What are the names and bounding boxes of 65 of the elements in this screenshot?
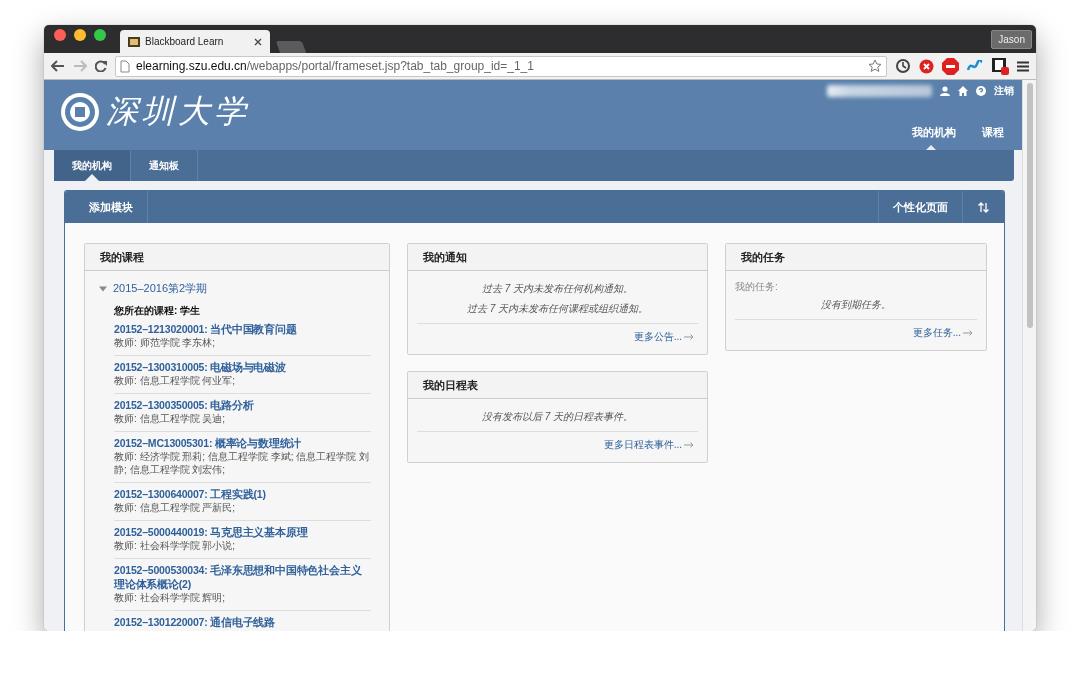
extension-icon[interactable] xyxy=(991,57,1009,75)
role-label: 您所在的课程: 学生 xyxy=(114,304,202,318)
site-icon xyxy=(128,36,140,47)
more-link[interactable]: 更多公告... xyxy=(633,330,682,344)
stop-sign-icon[interactable] xyxy=(942,57,959,75)
arrow-icon[interactable] xyxy=(684,334,694,340)
tasks-label: 我的任务: xyxy=(735,280,779,294)
sort-icon xyxy=(978,201,989,213)
new-tab-button[interactable] xyxy=(275,41,307,53)
collapse-triangle-icon[interactable] xyxy=(99,284,107,293)
instructor-text: 教师: 师范学院 李东林; xyxy=(114,336,217,349)
instructor-text: 教师: 社会科学学院 郭小说; xyxy=(114,539,237,552)
instructor-text: 教师: 社会科学学院 辉明; xyxy=(114,591,227,604)
course-link[interactable]: 20152–5000530034: 毛泽东思想和中国特色社会主义理论体系概论(2) xyxy=(114,563,371,591)
window-control-icon[interactable] xyxy=(94,28,106,41)
more-link[interactable]: 更多任务... xyxy=(912,326,961,340)
main-tab[interactable]: 课程 xyxy=(966,119,1014,150)
logout-link[interactable]: 注销 xyxy=(994,84,1014,98)
course-link[interactable]: 20152–1300350005: 电路分析 xyxy=(114,398,371,412)
home-icon[interactable] xyxy=(958,86,968,96)
university-name: 深圳大学 xyxy=(106,92,250,131)
nav-tab[interactable]: 我的机构 xyxy=(54,150,131,181)
window-control-icon[interactable] xyxy=(74,28,86,41)
reload-icon[interactable] xyxy=(95,60,107,72)
scrollbar-thumb[interactable] xyxy=(1026,83,1033,328)
arrow-icon[interactable] xyxy=(684,442,694,448)
address-bar[interactable]: elearning.szu.edu.cn/webapps/portal/frameset.jsp?tab_tab_group_id=_1_1 xyxy=(115,55,887,77)
course-link[interactable]: 20152–1300640007: 工程实践(1) xyxy=(114,487,371,501)
user-icon[interactable] xyxy=(940,86,950,96)
course-link[interactable]: 20152–MC13005301: 概率论与数理统计 xyxy=(114,436,371,450)
star-icon[interactable] xyxy=(868,59,882,73)
course-link[interactable]: 20152–5000440019: 马克思主义基本原理 xyxy=(114,525,371,539)
seal-icon xyxy=(60,92,100,132)
wave-icon[interactable] xyxy=(967,60,983,72)
profile-button[interactable]: Jason xyxy=(991,29,1032,49)
arrow-icon[interactable] xyxy=(963,330,973,336)
module-title: 我的课程 xyxy=(85,244,389,271)
menu-icon[interactable] xyxy=(1017,60,1029,72)
course-link[interactable]: 20152–1300310005: 电磁场与电磁波 xyxy=(114,360,371,374)
module-title: 我的通知 xyxy=(408,244,707,271)
instructor-text: 教师: 信息工程学院 何业军; xyxy=(114,374,237,387)
module-title: 我的日程表 xyxy=(408,372,707,399)
back-icon[interactable] xyxy=(51,60,65,72)
more-link[interactable]: 更多日程表事件... xyxy=(603,438,682,452)
close-icon[interactable] xyxy=(254,37,262,46)
help-icon[interactable] xyxy=(976,86,986,96)
empty-message: 没有发布以后 7 天的日程表事件。 xyxy=(480,410,635,424)
course-link[interactable]: 20152–1301220007: 通信电子线路 xyxy=(114,615,371,629)
empty-message: 没有到期任务。 xyxy=(820,298,892,312)
main-tab[interactable]: 我的机构 xyxy=(896,119,966,150)
nav-tab[interactable]: 通知板 xyxy=(131,150,198,181)
window-control-icon[interactable] xyxy=(54,28,66,41)
personalize-button[interactable]: 个性化页面 xyxy=(878,191,962,223)
instructor-text: 教师: 经济学院 邢莉; 信息工程学院 李斌; 信息工程学院 刘静; 信息工程学院 刘宏伟; xyxy=(114,450,370,476)
add-module-button[interactable]: 添加模块 xyxy=(65,191,148,223)
course-link[interactable]: 20152–1213020001: 当代中国教育问题 xyxy=(114,322,371,336)
block-icon[interactable] xyxy=(919,58,934,74)
term-link[interactable]: 2015–2016第2学期 xyxy=(113,281,208,296)
instructor-text: 教师: 信息工程学院 严新民; xyxy=(114,501,237,514)
module-title: 我的任务 xyxy=(726,244,986,271)
page-icon xyxy=(120,59,130,73)
browser-tab[interactable]: Blackboard Learn xyxy=(120,30,270,53)
empty-message: 过去 7 天内未发布任何课程或组织通知。 xyxy=(465,302,650,316)
instructor-text: 教师: 信息工程学院 吴迪; xyxy=(114,412,227,425)
empty-message: 过去 7 天内未发布任何机构通知。 xyxy=(480,282,635,296)
